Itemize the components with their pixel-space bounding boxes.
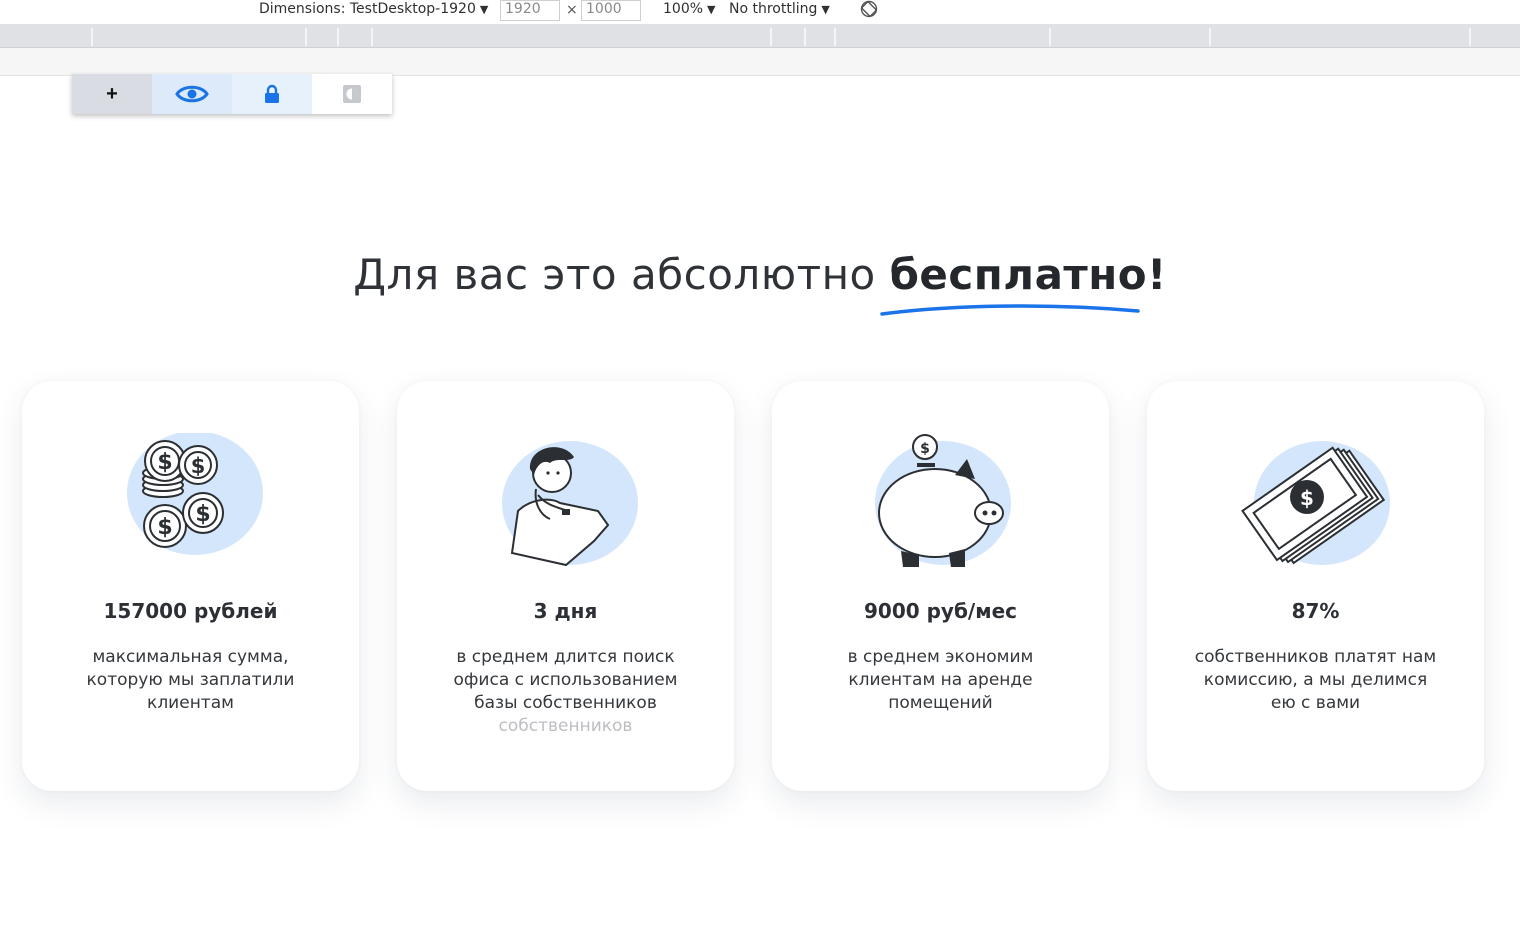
coins-icon: $ $ $ $ <box>127 433 263 555</box>
svg-text:$: $ <box>157 515 172 540</box>
heading-normal-text: Для вас это абсолютно <box>353 250 890 299</box>
contrast-button[interactable] <box>312 74 392 114</box>
stat-description: в среднем экономим клиентам на аренде по… <box>847 647 1034 713</box>
stat-value: 87% <box>1291 599 1340 623</box>
chevron-down-icon: ▼ <box>821 3 830 16</box>
heading-bold-text: бесплатно! <box>889 250 1167 299</box>
stat-value: 3 дня <box>533 599 598 623</box>
stat-description: в среднем длится поиск офиса с использов… <box>453 647 678 713</box>
chevron-down-icon: ▼ <box>707 3 716 16</box>
height-input[interactable]: 1000 <box>581 0 641 21</box>
stat-description: максимальная сумма, которую мы заплатили… <box>86 647 295 713</box>
add-button[interactable]: + <box>72 74 152 114</box>
money-bills-icon: $ <box>1241 441 1390 565</box>
stat-description-ghost: собственников <box>498 716 633 736</box>
media-query-bar[interactable] <box>0 25 1520 48</box>
ruler-tick <box>770 28 772 46</box>
ruler-tick <box>371 28 373 46</box>
ruler-tick <box>1469 28 1471 46</box>
stat-value: 157000 рублей <box>103 599 278 623</box>
throttling-dropdown[interactable]: No throttling ▼ <box>729 0 830 22</box>
svg-text:$: $ <box>1300 486 1314 510</box>
ruler-tick <box>804 28 806 46</box>
svg-text:$: $ <box>157 450 172 475</box>
contrast-icon <box>343 85 361 103</box>
lock-icon <box>265 84 279 103</box>
zoom-label: 100% <box>663 1 704 17</box>
plus-icon: + <box>106 82 118 105</box>
ruler-tick <box>1209 28 1211 46</box>
eye-icon <box>175 85 209 103</box>
dimensions-dropdown[interactable]: Dimensions: TestDesktop-1920 ▼ <box>259 0 488 22</box>
rotate-icon[interactable] <box>860 0 878 18</box>
stat-value: 9000 руб/мес <box>863 599 1018 623</box>
chevron-down-icon: ▼ <box>479 3 489 16</box>
heading-underline <box>880 304 1140 316</box>
svg-text:$: $ <box>191 454 206 478</box>
benefit-card: $ 9000 руб/мес в среднем экономим клиент… <box>772 381 1109 791</box>
benefit-card: $ $ $ $ 157000 рублей максимальная сумма… <box>22 381 359 791</box>
piggy-bank-icon: $ <box>875 434 1011 567</box>
ruler-tick <box>1049 28 1051 46</box>
throttling-label: No throttling <box>729 1 818 17</box>
ruler-tick <box>305 28 307 46</box>
benefit-cards: $ $ $ $ 157000 рублей максимальная сумма… <box>22 381 1484 791</box>
device-toolbar: Dimensions: TestDesktop-1920 ▼ 1920 × 100… <box>0 0 1520 25</box>
thinking-person-icon <box>502 441 638 567</box>
zoom-dropdown[interactable]: 100% ▼ <box>663 0 716 22</box>
ruler <box>0 48 1520 76</box>
lock-button[interactable] <box>232 74 312 114</box>
benefit-card: $ 87% собственников платят нам комиссию,… <box>1147 381 1484 791</box>
visibility-button[interactable] <box>152 74 232 114</box>
accessibility-widget: + <box>72 74 392 114</box>
times-separator: × <box>566 2 578 18</box>
ruler-tick <box>834 28 836 46</box>
svg-text:$: $ <box>920 441 930 457</box>
width-input[interactable]: 1920 <box>500 0 560 21</box>
ruler-tick <box>91 28 93 46</box>
ruler-tick <box>337 28 339 46</box>
dimensions-label: Dimensions: TestDesktop-1920 <box>259 1 476 17</box>
svg-text:$: $ <box>195 502 210 527</box>
stat-description: собственников платят нам комиссию, а мы … <box>1194 647 1437 713</box>
benefit-card: 3 дня собственников в среднем длится пои… <box>397 381 734 791</box>
section-heading: Для вас это абсолютно бесплатно! <box>0 250 1520 299</box>
